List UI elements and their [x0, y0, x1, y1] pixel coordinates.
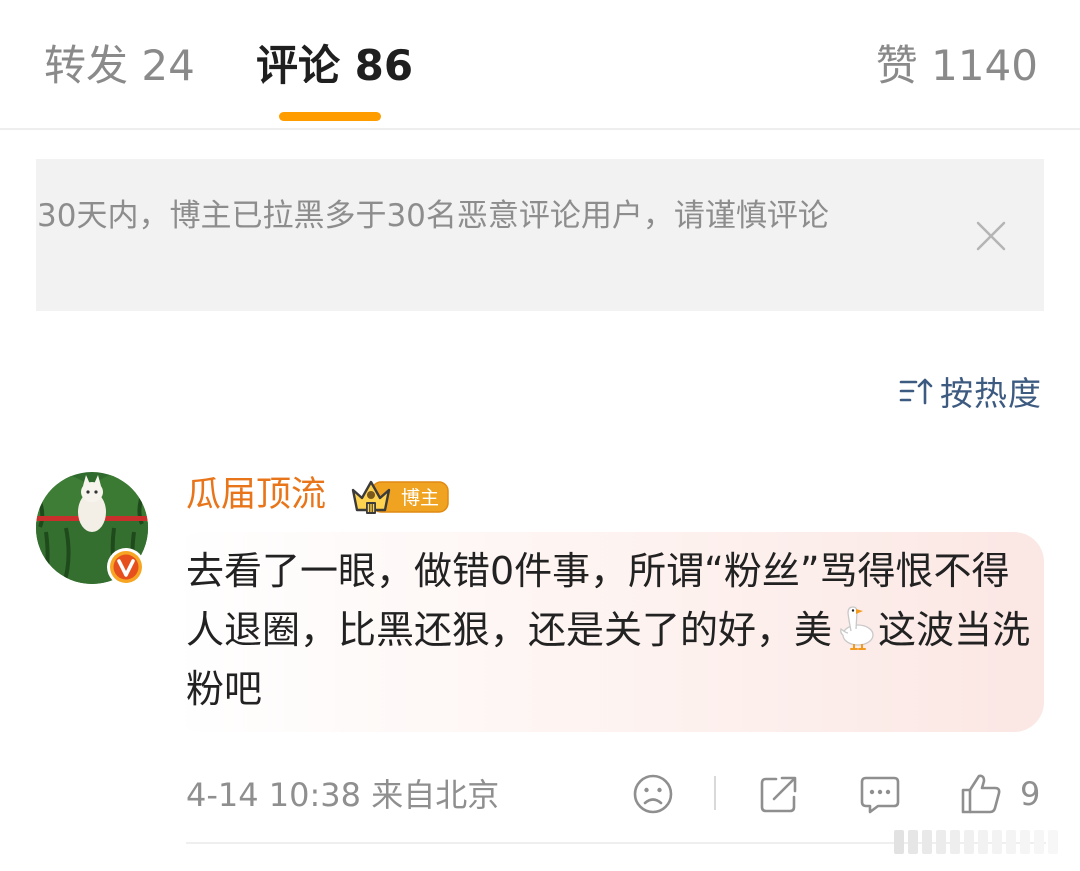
like-count: 9: [1020, 775, 1041, 813]
sort-label: 按热度: [940, 374, 1042, 413]
like-button[interactable]: 9: [958, 770, 1040, 818]
tab-comment[interactable]: 评论 86: [256, 38, 413, 94]
author-badge: 博主: [351, 480, 449, 514]
close-icon[interactable]: [973, 218, 1009, 254]
comment-time: 4-14 10:38: [186, 776, 362, 814]
goose-emoji-icon: [840, 606, 874, 650]
verified-v-icon: [107, 548, 145, 586]
sad-face-icon: [633, 774, 673, 814]
sort-button[interactable]: 按热度: [898, 369, 1042, 413]
notice-text: 30天内，博主已拉黑多于30名恶意评论用户，请谨慎评论: [37, 198, 829, 234]
username[interactable]: 瓜届顶流: [186, 471, 326, 519]
author-badge-label: 博主: [401, 487, 439, 509]
comment-tabs: 转发 24 评论 86 赞 1140: [0, 0, 1080, 130]
reply-button[interactable]: [857, 770, 903, 818]
comment-location: 来自北京: [371, 776, 500, 814]
tab-repost[interactable]: 转发 24: [44, 38, 195, 94]
active-tab-indicator: [279, 112, 381, 121]
tab-like[interactable]: 赞 1140: [876, 38, 1038, 94]
emoji-reaction-button[interactable]: [630, 770, 676, 818]
thumbs-up-icon: [961, 774, 1001, 814]
share-icon: [760, 776, 797, 813]
comment-text: 去看了一眼，做错0件事，所谓“粉丝”骂得恨不得人退圈，比黑还狠，还是关了的好，美…: [186, 542, 1036, 719]
comment-bubble-icon: [860, 776, 900, 814]
sort-icon: [899, 378, 933, 405]
action-divider: [714, 776, 716, 810]
home-indicator-icon: [894, 830, 1058, 854]
comment-meta: 4-14 10:38 来自北京: [186, 773, 499, 817]
share-button[interactable]: [756, 770, 802, 818]
